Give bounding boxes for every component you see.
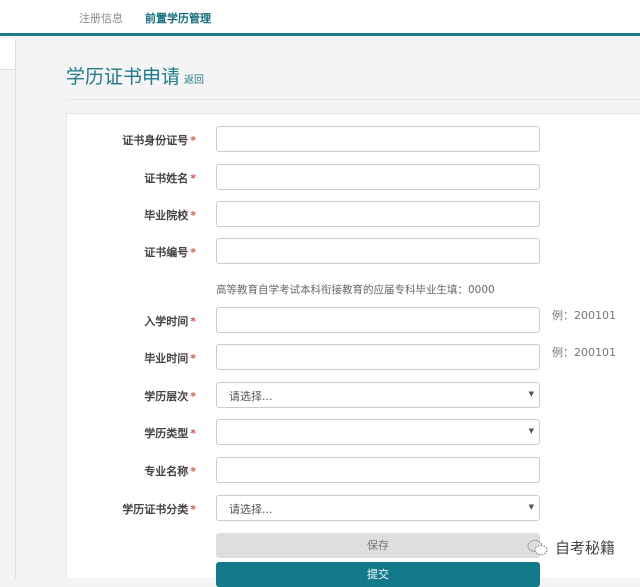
- field-label: 毕业时间 *: [144, 352, 196, 365]
- field-label: 毕业院校 *: [144, 209, 196, 222]
- form-row: 证书身份证号 *: [0, 126, 640, 152]
- input-field[interactable]: [216, 457, 540, 483]
- input-field[interactable]: [216, 344, 540, 370]
- field-label: 证书姓名 *: [144, 172, 196, 185]
- input-field[interactable]: [216, 307, 540, 333]
- field-hint: 例：200101: [552, 346, 616, 359]
- form-row: 入学时间 * 例：200101: [0, 307, 640, 333]
- tab-register-info[interactable]: 注册信息: [79, 10, 123, 26]
- form-row: 证书编号 *: [0, 238, 640, 264]
- field-label: 学历证书分类 *: [122, 503, 196, 516]
- field-label: 学历层次 *: [144, 390, 196, 403]
- page-title: 学历证书申请 返回: [66, 62, 204, 89]
- required-mark: *: [190, 390, 196, 403]
- watermark: 自考秘籍: [527, 537, 615, 558]
- field-label: 证书身份证号 *: [122, 134, 196, 147]
- required-mark: *: [190, 209, 196, 222]
- wechat-icon: [527, 539, 548, 555]
- watermark-text: 自考秘籍: [555, 539, 616, 557]
- chevron-down-icon: ▼: [528, 503, 534, 511]
- form-row: 专业名称 *: [0, 457, 640, 483]
- help-text: 高等教育自学考试本科衔接教育的应届专科毕业生填：0000: [216, 284, 495, 296]
- form-row: 毕业院校 *: [0, 201, 640, 227]
- field-label: 证书编号 *: [144, 246, 196, 259]
- form-row: 学历层次 * 请选择... ▼: [0, 382, 640, 408]
- required-mark: *: [190, 465, 196, 478]
- field-label: 入学时间 *: [144, 315, 196, 328]
- chevron-down-icon: ▼: [528, 427, 534, 435]
- form-row: 证书姓名 *: [0, 164, 640, 190]
- required-mark: *: [190, 134, 196, 147]
- select-field[interactable]: 请选择... ▼: [216, 382, 540, 408]
- form-row: 学历证书分类 * 请选择... ▼: [0, 495, 640, 521]
- input-field[interactable]: [216, 238, 540, 264]
- divider: [66, 99, 640, 100]
- select-field[interactable]: ▼: [216, 419, 540, 445]
- input-field[interactable]: [216, 201, 540, 227]
- field-label: 学历类型 *: [144, 427, 196, 440]
- form-row: 学历类型 * ▼: [0, 419, 640, 445]
- required-mark: *: [190, 352, 196, 365]
- field-hint: 例：200101: [552, 309, 616, 322]
- required-mark: *: [190, 172, 196, 185]
- page-title-text: 学历证书申请: [66, 66, 181, 88]
- field-label: 专业名称 *: [144, 465, 196, 478]
- tab-prior-education[interactable]: 前置学历管理: [145, 10, 211, 26]
- input-field[interactable]: [216, 126, 540, 152]
- back-link[interactable]: 返回: [184, 75, 204, 86]
- form-row: 毕业时间 * 例：200101: [0, 344, 640, 370]
- required-mark: *: [190, 246, 196, 259]
- submit-button[interactable]: 提交: [216, 562, 540, 587]
- save-button[interactable]: 保存: [216, 533, 540, 558]
- required-mark: *: [190, 503, 196, 516]
- input-field[interactable]: [216, 164, 540, 190]
- required-mark: *: [190, 427, 196, 440]
- select-field[interactable]: 请选择... ▼: [216, 495, 540, 521]
- sidebar: [0, 39, 16, 70]
- chevron-down-icon: ▼: [528, 390, 534, 398]
- required-mark: *: [190, 315, 196, 328]
- top-nav: 注册信息 前置学历管理: [0, 0, 640, 36]
